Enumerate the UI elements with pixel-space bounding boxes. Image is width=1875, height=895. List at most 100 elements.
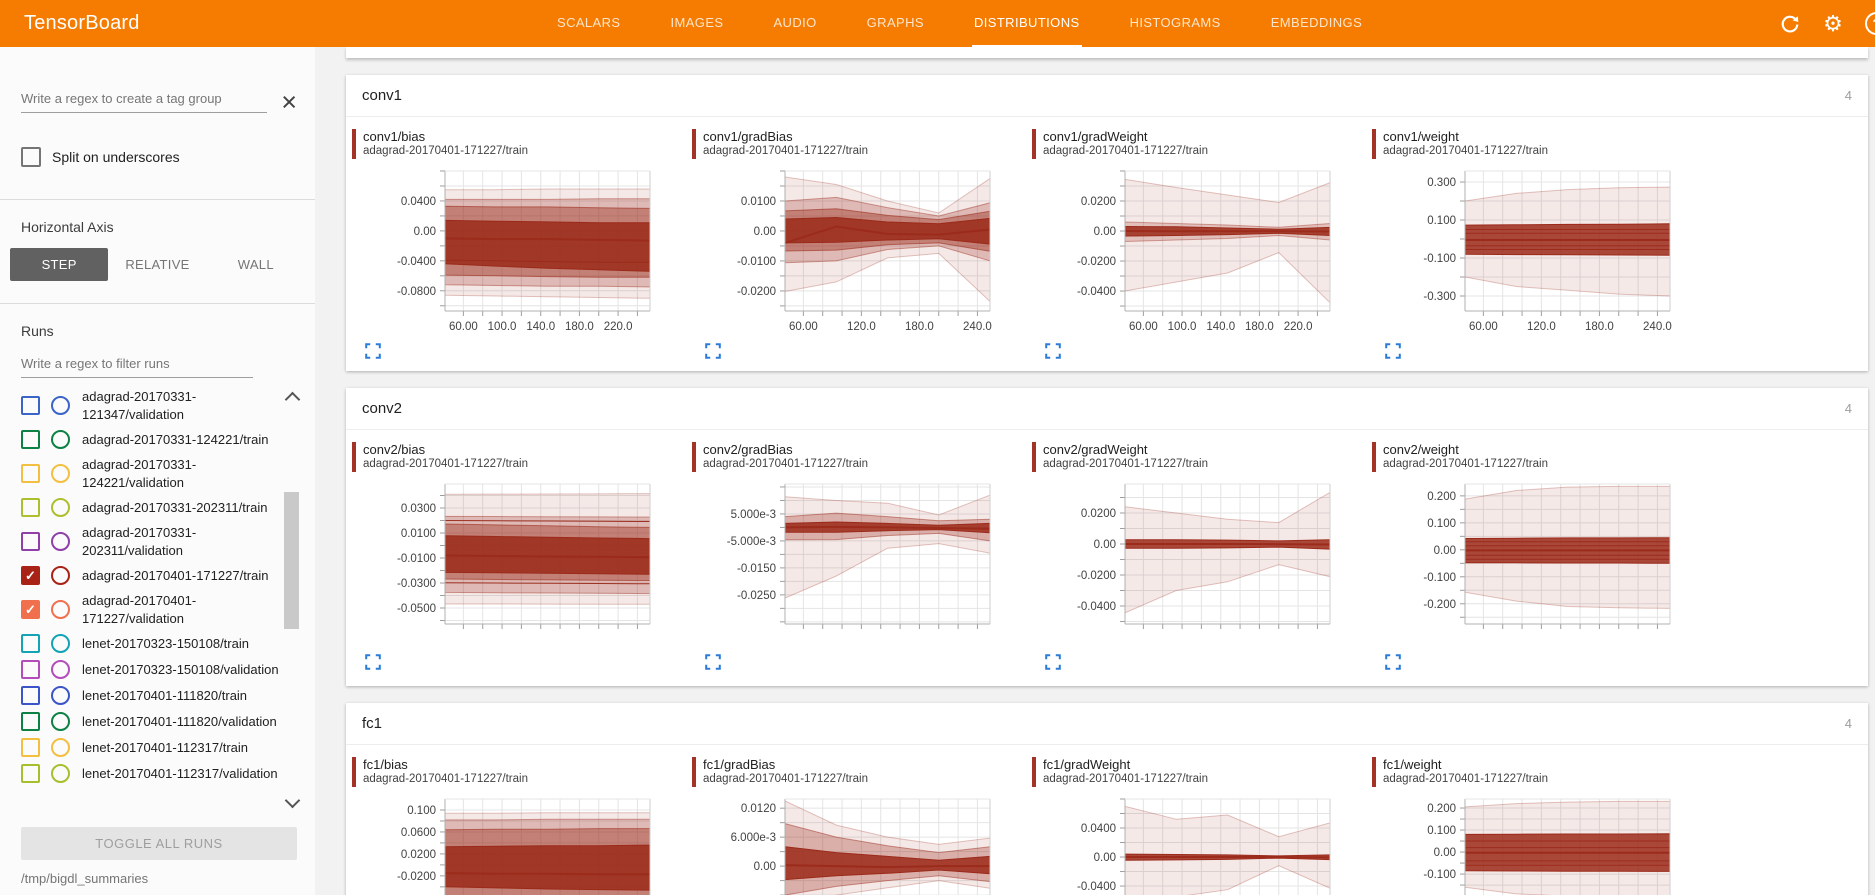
run-checkbox[interactable] <box>21 464 40 483</box>
run-item[interactable]: ✓adagrad-20170401-171227/validation <box>21 592 315 627</box>
distribution-chart-plot[interactable]: 0.02000.00-0.0200-0.040060.00100.0140.01… <box>1032 165 1362 337</box>
svg-text:0.00: 0.00 <box>754 861 776 873</box>
run-color-circle[interactable] <box>51 634 70 653</box>
run-checkbox[interactable] <box>21 738 40 757</box>
run-checkbox[interactable] <box>21 712 40 731</box>
tab-scalars[interactable]: SCALARS <box>555 0 623 47</box>
tab-audio[interactable]: AUDIO <box>771 0 818 47</box>
distribution-chart-plot[interactable]: 0.04000.00-0.0400-0.080060.00100.0140.01… <box>352 165 682 337</box>
run-checkbox[interactable] <box>21 498 40 517</box>
run-color-circle[interactable] <box>51 396 70 415</box>
axis-button-relative[interactable]: RELATIVE <box>108 248 206 281</box>
tab-distributions[interactable]: DISTRIBUTIONS <box>972 0 1082 47</box>
run-color-circle[interactable] <box>51 464 70 483</box>
nav-tabs: SCALARS IMAGES AUDIO GRAPHS DISTRIBUTIONS HIS… <box>555 0 1364 47</box>
refresh-icon[interactable] <box>1779 13 1801 35</box>
run-item[interactable]: adagrad-20170331-202311/validation <box>21 524 315 559</box>
scroll-up-icon[interactable] <box>285 392 301 408</box>
chart-run-name: adagrad-20170401-171227/train <box>703 458 1032 470</box>
run-checkbox[interactable] <box>21 634 40 653</box>
distribution-chart-plot[interactable]: 5.000e-3-5.000e-3-0.0150-0.0250 <box>692 478 1022 636</box>
svg-text:0.0600: 0.0600 <box>401 827 436 839</box>
expand-fullscreen-icon[interactable] <box>705 343 721 359</box>
tab-images[interactable]: IMAGES <box>669 0 726 47</box>
run-item[interactable]: lenet-20170401-111820/validation <box>21 712 315 731</box>
close-icon[interactable]: × <box>281 91 297 113</box>
run-color-circle[interactable] <box>51 764 70 783</box>
run-item[interactable]: ✓adagrad-20170401-171227/train <box>21 566 315 585</box>
chart-title-block: fc1/biasadagrad-20170401-171227/train <box>352 757 692 787</box>
run-color-circle[interactable] <box>51 532 70 551</box>
section-chart-count: 4 <box>1845 401 1852 416</box>
run-checkbox[interactable] <box>21 532 40 551</box>
section-header-conv1[interactable]: conv14 <box>346 75 1868 117</box>
distribution-chart-plot[interactable]: 0.2000.1000.00-0.100 <box>1372 793 1702 895</box>
run-checkbox[interactable] <box>21 764 40 783</box>
run-checkbox-checked[interactable]: ✓ <box>21 566 40 585</box>
run-color-circle[interactable] <box>51 600 70 619</box>
run-item[interactable]: lenet-20170401-111820/train <box>21 686 315 705</box>
distribution-chart-plot[interactable]: 0.3000.100-0.100-0.30060.00120.0180.0240… <box>1372 165 1702 337</box>
run-item[interactable]: lenet-20170401-112317/train <box>21 738 315 757</box>
run-item[interactable]: lenet-20170401-112317/validation <box>21 764 315 783</box>
run-item[interactable]: adagrad-20170331-124221/train <box>21 430 315 449</box>
axis-button-wall[interactable]: WALL <box>207 248 305 281</box>
tab-histograms[interactable]: HISTOGRAMS <box>1128 0 1223 47</box>
distribution-chart-plot[interactable]: 0.01000.00-0.0100-0.020060.00120.0180.02… <box>692 165 1022 337</box>
run-color-circle[interactable] <box>51 430 70 449</box>
scroll-down-icon[interactable] <box>285 793 301 809</box>
tag-group-regex-input[interactable] <box>21 87 267 113</box>
svg-text:0.200: 0.200 <box>1427 803 1456 815</box>
run-color-circle[interactable] <box>51 738 70 757</box>
distribution-chart-plot[interactable]: 0.1000.06000.0200-0.0200 <box>352 793 682 895</box>
help-icon[interactable]: ? <box>1865 12 1875 35</box>
run-item[interactable]: adagrad-20170331-124221/validation <box>21 456 315 491</box>
run-color-circle[interactable] <box>51 712 70 731</box>
svg-text:60.00: 60.00 <box>1469 321 1498 333</box>
axis-button-step[interactable]: STEP <box>10 248 108 281</box>
distribution-chart-plot[interactable]: 0.01206.000e-30.00 <box>692 793 1022 895</box>
distribution-chart-plot[interactable]: 0.03000.0100-0.0100-0.0300-0.0500 <box>352 478 682 636</box>
run-item[interactable]: lenet-20170323-150108/train <box>21 634 315 653</box>
run-checkbox-checked[interactable]: ✓ <box>21 600 40 619</box>
split-on-underscores-row[interactable]: Split on underscores <box>21 147 315 167</box>
chart-title-block: conv1/biasadagrad-20170401-171227/train <box>352 129 692 159</box>
toggle-all-runs-button[interactable]: TOGGLE ALL RUNS <box>21 827 297 860</box>
run-item[interactable]: adagrad-20170331-121347/validation <box>21 388 315 423</box>
expand-fullscreen-icon[interactable] <box>1045 343 1061 359</box>
expand-fullscreen-icon[interactable] <box>365 654 381 670</box>
expand-fullscreen-icon[interactable] <box>1385 654 1401 670</box>
expand-fullscreen-icon[interactable] <box>705 654 721 670</box>
run-color-circle[interactable] <box>51 566 70 585</box>
run-color-circle[interactable] <box>51 660 70 679</box>
run-checkbox[interactable] <box>21 660 40 679</box>
distribution-chart-plot[interactable]: 0.02000.00-0.0200-0.0400 <box>1032 478 1362 636</box>
tab-graphs[interactable]: GRAPHS <box>865 0 926 47</box>
distribution-chart-plot[interactable]: 0.2000.1000.00-0.100-0.200 <box>1372 478 1702 636</box>
divider <box>0 303 315 304</box>
chart-title-block: fc1/gradWeightadagrad-20170401-171227/tr… <box>1032 757 1372 787</box>
settings-gear-icon[interactable]: ⚙ <box>1822 13 1844 35</box>
expand-fullscreen-icon[interactable] <box>1385 343 1401 359</box>
distribution-chart-plot[interactable]: 0.04000.00-0.0400 <box>1032 793 1362 895</box>
scrollbar-thumb[interactable] <box>284 492 299 629</box>
run-item[interactable]: lenet-20170323-150108/validation <box>21 660 315 679</box>
split-checkbox[interactable] <box>21 147 41 167</box>
chart-title: fc1/gradWeight <box>1043 757 1372 772</box>
expand-row <box>705 343 1032 359</box>
chart-title: conv1/gradWeight <box>1043 129 1372 144</box>
run-checkbox[interactable] <box>21 430 40 449</box>
expand-fullscreen-icon[interactable] <box>365 343 381 359</box>
runs-filter-input[interactable] <box>21 352 253 378</box>
run-color-circle[interactable] <box>51 686 70 705</box>
svg-text:0.100: 0.100 <box>1427 825 1456 837</box>
svg-text:0.0300: 0.0300 <box>401 503 436 515</box>
run-checkbox[interactable] <box>21 686 40 705</box>
section-header-conv2[interactable]: conv24 <box>346 388 1868 430</box>
expand-fullscreen-icon[interactable] <box>1045 654 1061 670</box>
run-item[interactable]: adagrad-20170331-202311/train <box>21 498 315 517</box>
tab-embeddings[interactable]: EMBEDDINGS <box>1269 0 1364 47</box>
run-color-circle[interactable] <box>51 498 70 517</box>
run-checkbox[interactable] <box>21 396 40 415</box>
section-header-fc1[interactable]: fc14 <box>346 703 1868 745</box>
